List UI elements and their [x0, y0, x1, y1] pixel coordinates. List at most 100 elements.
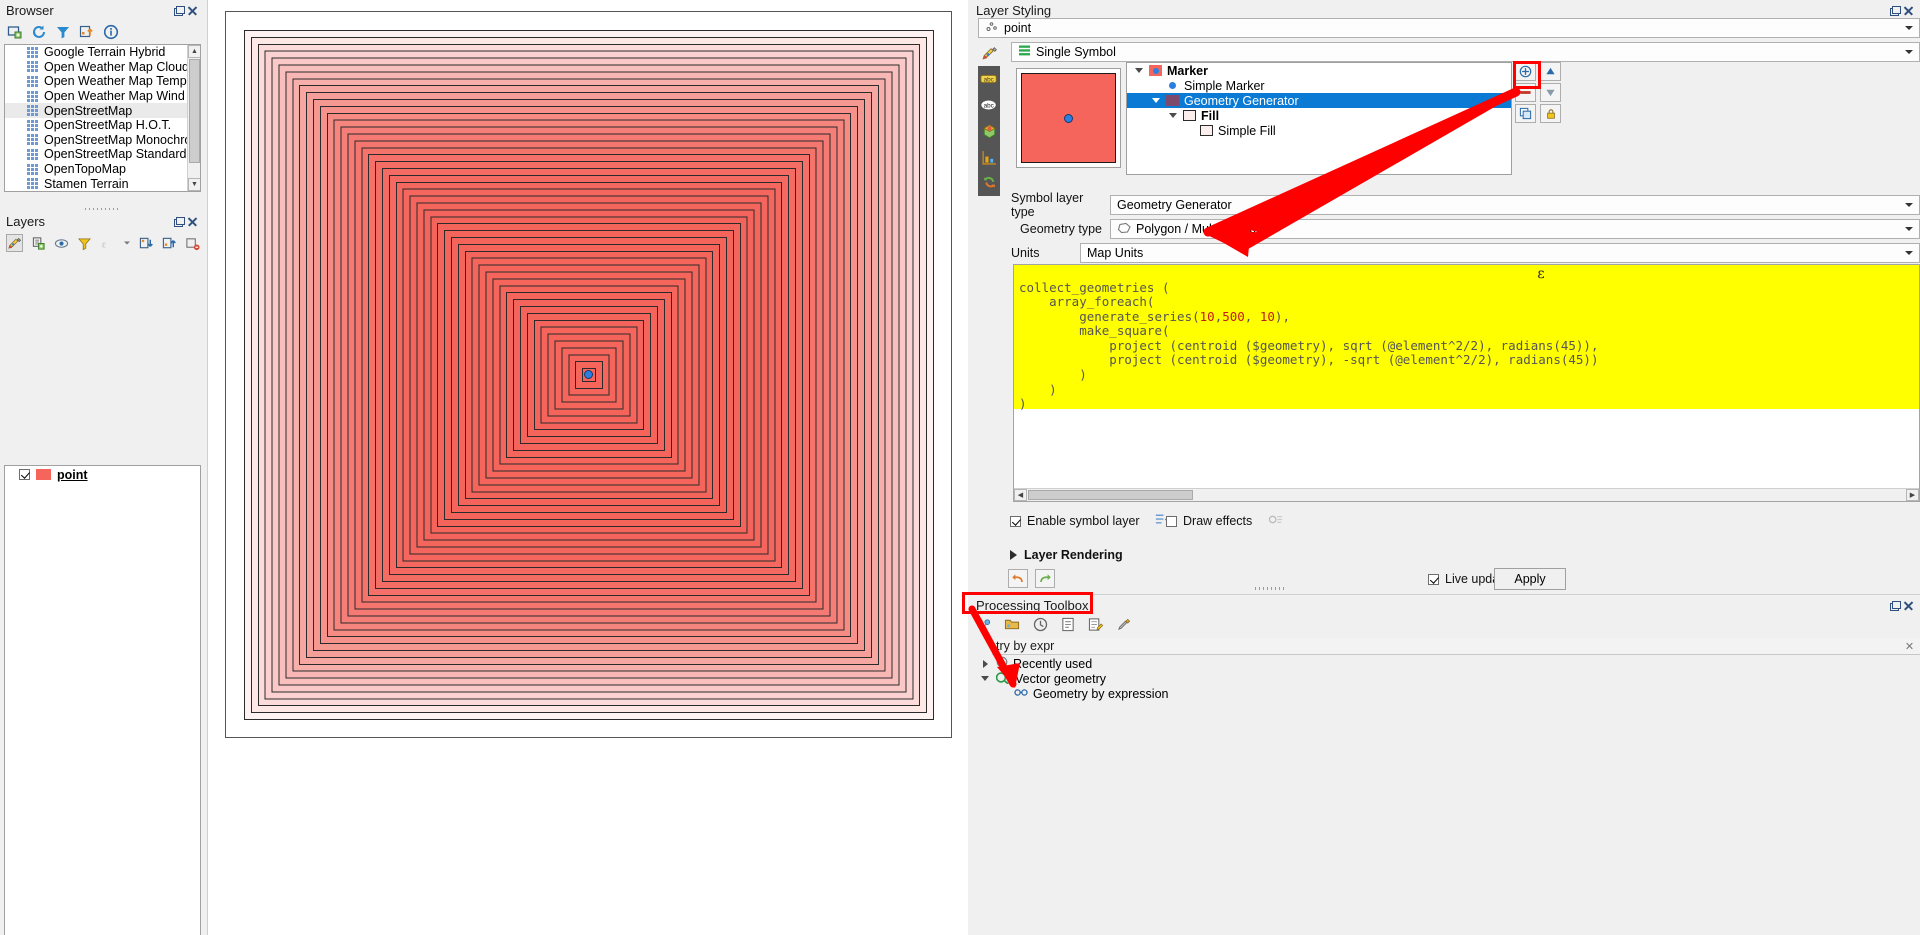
diagrams-tab[interactable] — [978, 144, 1000, 170]
live-update-checkbox[interactable] — [1428, 573, 1439, 585]
expression-builder-button[interactable]: ε — [1530, 265, 1552, 283]
browser-scroll-up[interactable]: ▲ — [188, 45, 200, 58]
expression-scroll-right[interactable]: ▶ — [1906, 489, 1919, 501]
geometry-type-combo[interactable]: Polygon / MultiPolygon — [1110, 219, 1920, 239]
expression-scroll-left[interactable]: ◀ — [1014, 489, 1027, 501]
chevron-down-icon[interactable] — [1150, 95, 1161, 106]
history-tab[interactable] — [978, 170, 1000, 196]
layers-tree[interactable]: point — [4, 465, 201, 935]
browser-float-button[interactable] — [173, 5, 185, 16]
open-model-icon[interactable] — [1003, 615, 1021, 633]
chevron-right-icon[interactable] — [979, 659, 991, 668]
undo-button[interactable] — [1008, 569, 1028, 588]
symbol-layer-type-combo[interactable]: Geometry Generator — [1110, 195, 1920, 215]
map-extent-frame[interactable] — [225, 11, 952, 738]
chevron-down-icon[interactable] — [123, 234, 131, 252]
processing-tree-node[interactable]: Recently used — [975, 656, 1920, 671]
browser-scrollbar[interactable]: ▲ ▼ — [187, 45, 200, 191]
map-canvas[interactable] — [207, 0, 968, 935]
3d-view-tab[interactable] — [978, 118, 1000, 144]
collapse-all-icon[interactable] — [162, 234, 177, 252]
browser-scroll-down[interactable]: ▼ — [188, 178, 200, 191]
layer-styling-float-button[interactable] — [1889, 5, 1901, 16]
expand-all-icon[interactable] — [139, 234, 154, 252]
browser-item[interactable]: Open Weather Map Wind Speed — [5, 89, 200, 104]
processing-tree-node[interactable]: Vector geometry — [975, 671, 1920, 686]
history-icon[interactable] — [1031, 615, 1049, 633]
chevron-down-icon[interactable] — [1133, 65, 1144, 76]
remove-symbol-layer-button[interactable] — [1515, 83, 1536, 102]
run-model-icon[interactable] — [975, 615, 993, 633]
processing-search-input[interactable]: try by expr ✕ — [992, 638, 1920, 655]
move-down-button[interactable] — [1540, 83, 1561, 102]
browser-item[interactable]: OpenStreetMap — [5, 103, 200, 118]
add-symbol-layer-button[interactable] — [1515, 62, 1536, 81]
labels-tab[interactable]: abc — [978, 66, 1000, 92]
collapse-all-icon[interactable] — [78, 23, 96, 41]
layer-rendering-section[interactable]: Layer Rendering — [1010, 548, 1123, 562]
apply-button[interactable]: Apply — [1494, 568, 1566, 590]
add-layer-icon[interactable] — [6, 23, 24, 41]
expression-scroll-thumb[interactable] — [1028, 490, 1193, 500]
browser-layer-list[interactable]: Google Terrain Hybrid Open Weather Map Cl… — [4, 44, 201, 192]
add-group-icon[interactable] — [31, 234, 46, 252]
symbol-layer-tree[interactable]: Marker Simple Marker Geometry Generator Fil… — [1126, 62, 1512, 175]
effects-settings-icon[interactable] — [1267, 512, 1284, 530]
enable-symbol-layer-row[interactable]: Enable symbol layer — [1010, 512, 1171, 530]
renderer-type-combo[interactable]: Single Symbol — [1011, 42, 1920, 62]
symbol-tree-node[interactable]: Simple Marker — [1127, 78, 1511, 93]
show-presets-icon[interactable] — [54, 234, 69, 252]
lock-layer-button[interactable] — [1540, 104, 1561, 123]
layer-tree-item[interactable]: point — [5, 466, 200, 483]
browser-item[interactable]: Open Weather Map Temperature — [5, 74, 200, 89]
filter-icon[interactable] — [54, 23, 72, 41]
remove-layer-icon[interactable] — [185, 234, 200, 252]
browser-close-button[interactable] — [187, 5, 198, 16]
geometry-generator-expression-editor[interactable]: collect_geometries ( array_foreach( gene… — [1013, 264, 1920, 502]
layers-float-button[interactable] — [173, 216, 185, 227]
layer-visibility-checkbox[interactable] — [19, 469, 30, 480]
expression-hscrollbar[interactable]: ◀ ▶ — [1014, 488, 1919, 501]
panel-resize-grip[interactable] — [1255, 587, 1285, 590]
symbol-tree-node[interactable]: Fill — [1127, 108, 1511, 123]
edit-script-icon[interactable] — [1087, 615, 1105, 633]
filter-legend-icon[interactable] — [77, 234, 92, 252]
processing-float-button[interactable] — [1889, 600, 1901, 611]
refresh-icon[interactable] — [30, 23, 48, 41]
processing-algorithm-tree[interactable]: Recently used Vector geometry Geometry by … — [975, 656, 1920, 716]
symbol-tree-node[interactable]: Marker — [1127, 63, 1511, 78]
draw-effects-checkbox[interactable] — [1166, 515, 1177, 527]
symbol-tree-node[interactable]: Simple Fill — [1127, 123, 1511, 138]
browser-scroll-thumb[interactable] — [189, 59, 200, 163]
layer-styling-close-button[interactable] — [1903, 5, 1914, 16]
results-icon[interactable] — [1059, 615, 1077, 633]
browser-item[interactable]: OpenStreetMap H.O.T. — [5, 118, 200, 133]
processing-close-button[interactable] — [1903, 600, 1914, 611]
masks-tab[interactable]: abc — [978, 92, 1000, 118]
chevron-down-icon[interactable] — [979, 676, 991, 681]
enable-symbol-layer-checkbox[interactable] — [1010, 515, 1021, 527]
expression-code[interactable]: collect_geometries ( array_foreach( gene… — [1019, 280, 1598, 412]
clear-search-icon[interactable]: ✕ — [1904, 641, 1915, 653]
expression-filter-icon[interactable]: ε — [100, 234, 115, 252]
options-icon[interactable] — [1115, 615, 1133, 633]
info-icon[interactable] — [102, 23, 120, 41]
browser-item[interactable]: Stamen Terrain — [5, 176, 200, 191]
processing-tree-node[interactable]: Geometry by expression — [975, 686, 1920, 701]
chevron-down-icon[interactable] — [1167, 110, 1178, 121]
redo-button[interactable] — [1035, 569, 1055, 588]
browser-item[interactable]: OpenStreetMap Standard — [5, 147, 200, 162]
layer-selector-combo[interactable]: point — [978, 18, 1920, 38]
symbology-tab[interactable] — [978, 40, 1000, 66]
style-manager-icon[interactable] — [6, 234, 23, 252]
browser-item[interactable]: OpenTopoMap — [5, 162, 200, 177]
browser-item[interactable]: Google Terrain Hybrid — [5, 45, 200, 60]
duplicate-symbol-layer-button[interactable] — [1515, 104, 1536, 123]
browser-item[interactable]: OpenStreetMap Monochrome — [5, 133, 200, 148]
symbol-tree-node[interactable]: Geometry Generator — [1127, 93, 1511, 108]
move-up-button[interactable] — [1540, 62, 1561, 81]
layers-close-button[interactable] — [187, 216, 198, 227]
units-combo[interactable]: Map Units — [1080, 243, 1920, 263]
draw-effects-row[interactable]: Draw effects — [1166, 512, 1284, 530]
browser-item[interactable]: Open Weather Map Clouds — [5, 60, 200, 75]
